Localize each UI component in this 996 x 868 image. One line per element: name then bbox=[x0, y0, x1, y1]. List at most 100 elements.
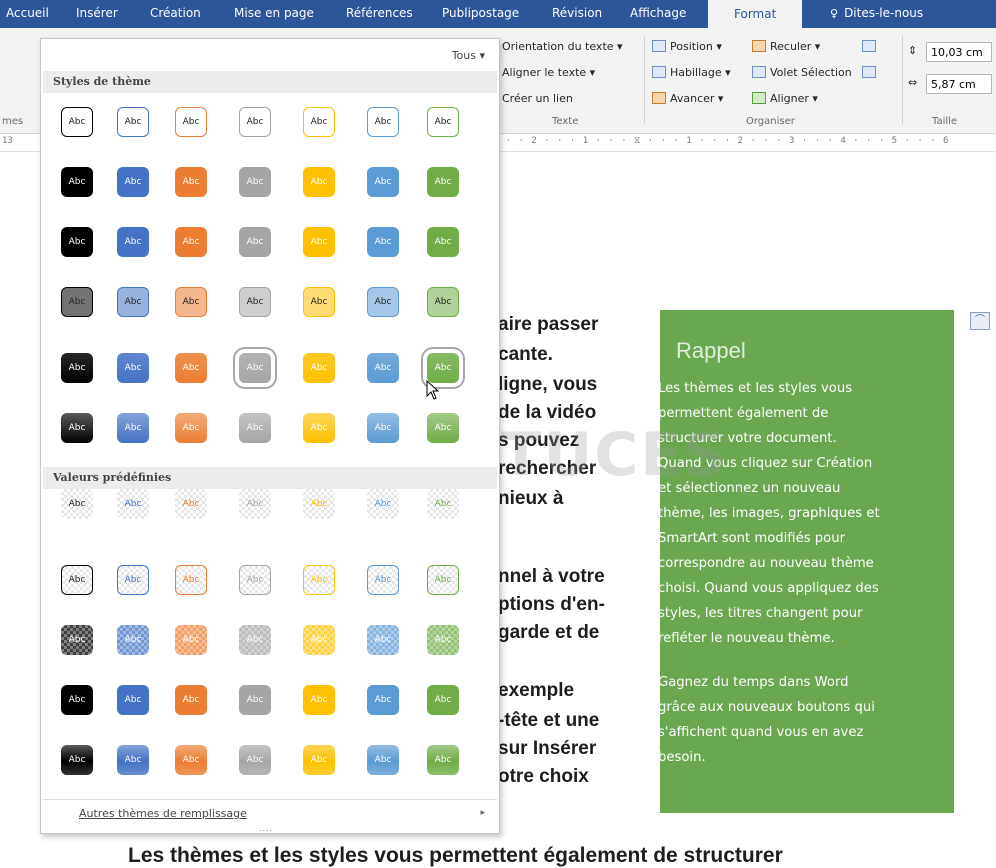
preset-style-swatch[interactable]: Abc bbox=[117, 745, 149, 775]
preset-style-swatch[interactable]: Abc bbox=[61, 625, 93, 655]
preset-style-swatch[interactable]: Abc bbox=[117, 489, 149, 519]
preset-style-swatch[interactable]: Abc bbox=[303, 489, 335, 519]
tab-mise-en-page[interactable]: Mise en page bbox=[234, 5, 314, 27]
tab-references[interactable]: Références bbox=[346, 5, 413, 27]
theme-style-swatch[interactable]: Abc bbox=[175, 227, 207, 257]
preset-style-swatch[interactable]: Abc bbox=[303, 625, 335, 655]
gallery-filter-dropdown[interactable]: Tous ▾ bbox=[452, 49, 485, 62]
preset-style-swatch[interactable]: Abc bbox=[117, 625, 149, 655]
orientation-texte-button[interactable]: Orientation du texte ▾ bbox=[502, 40, 623, 53]
preset-style-swatch[interactable]: Abc bbox=[427, 685, 459, 715]
theme-style-swatch[interactable]: Abc bbox=[427, 227, 459, 257]
tab-tell-me[interactable]: ♀ Dites-le-nous bbox=[830, 5, 923, 27]
tab-inserer[interactable]: Insérer bbox=[76, 5, 118, 27]
preset-style-swatch[interactable]: Abc bbox=[61, 745, 93, 775]
preset-style-swatch[interactable]: Abc bbox=[239, 685, 271, 715]
preset-style-swatch[interactable]: Abc bbox=[427, 565, 459, 595]
preset-style-swatch[interactable]: Abc bbox=[303, 565, 335, 595]
theme-style-swatch[interactable]: Abc bbox=[303, 107, 335, 137]
resize-grip-icon[interactable]: .... bbox=[259, 823, 273, 833]
preset-style-swatch[interactable]: Abc bbox=[175, 685, 207, 715]
habillage-button[interactable]: Habillage ▾ bbox=[652, 66, 731, 79]
preset-style-swatch[interactable]: Abc bbox=[303, 685, 335, 715]
preset-style-swatch[interactable]: Abc bbox=[175, 489, 207, 519]
preset-style-swatch[interactable]: Abc bbox=[427, 489, 459, 519]
preset-style-swatch[interactable]: Abc bbox=[367, 625, 399, 655]
theme-style-swatch[interactable]: Abc bbox=[427, 107, 459, 137]
theme-style-swatch[interactable]: Abc bbox=[239, 287, 271, 317]
tab-accueil[interactable]: Accueil bbox=[6, 5, 49, 27]
preset-style-swatch[interactable]: Abc bbox=[239, 745, 271, 775]
preset-style-swatch[interactable]: Abc bbox=[61, 685, 93, 715]
theme-style-swatch[interactable]: Abc bbox=[427, 167, 459, 197]
theme-style-swatch[interactable]: Abc bbox=[239, 107, 271, 137]
preset-style-swatch[interactable]: Abc bbox=[367, 745, 399, 775]
tab-revision[interactable]: Révision bbox=[552, 5, 602, 27]
theme-style-swatch[interactable]: Abc bbox=[117, 167, 149, 197]
theme-style-swatch[interactable]: Abc bbox=[61, 413, 93, 443]
theme-style-swatch[interactable]: Abc bbox=[239, 167, 271, 197]
theme-style-swatch[interactable]: Abc bbox=[367, 167, 399, 197]
theme-style-swatch[interactable]: Abc bbox=[367, 287, 399, 317]
preset-style-swatch[interactable]: Abc bbox=[427, 625, 459, 655]
theme-style-swatch[interactable]: Abc bbox=[303, 413, 335, 443]
preset-style-swatch[interactable]: Abc bbox=[61, 489, 93, 519]
preset-style-swatch[interactable]: Abc bbox=[239, 625, 271, 655]
theme-style-swatch[interactable]: Abc bbox=[427, 287, 459, 317]
preset-style-swatch[interactable]: Abc bbox=[117, 685, 149, 715]
theme-style-swatch[interactable]: Abc bbox=[427, 413, 459, 443]
shape-width-input[interactable] bbox=[926, 74, 992, 94]
theme-style-swatch[interactable]: Abc bbox=[303, 167, 335, 197]
theme-style-swatch[interactable]: Abc bbox=[61, 353, 93, 383]
theme-style-swatch[interactable]: Abc bbox=[175, 107, 207, 137]
more-fills-link[interactable]: Autres thèmes de remplissage bbox=[79, 807, 247, 820]
tab-affichage[interactable]: Affichage bbox=[630, 5, 686, 27]
theme-style-swatch[interactable]: Abc bbox=[303, 227, 335, 257]
theme-style-swatch[interactable]: Abc bbox=[367, 107, 399, 137]
shape-styles-gallery[interactable]: Tous ▾ Styles de thème Valeurs prédéfini… bbox=[40, 38, 500, 834]
preset-style-swatch[interactable]: Abc bbox=[239, 489, 271, 519]
creer-lien-button[interactable]: Créer un lien bbox=[502, 92, 573, 105]
theme-style-swatch[interactable]: Abc bbox=[61, 167, 93, 197]
preset-style-swatch[interactable]: Abc bbox=[175, 565, 207, 595]
preset-style-swatch[interactable]: Abc bbox=[175, 625, 207, 655]
preset-style-swatch[interactable]: Abc bbox=[367, 685, 399, 715]
theme-style-swatch[interactable]: Abc bbox=[239, 353, 271, 383]
theme-style-swatch[interactable]: Abc bbox=[117, 107, 149, 137]
shape-height-input[interactable] bbox=[926, 42, 992, 62]
tab-format[interactable]: Format bbox=[708, 0, 803, 28]
theme-style-swatch[interactable]: Abc bbox=[367, 353, 399, 383]
avancer-button[interactable]: Avancer ▾ bbox=[652, 92, 723, 105]
preset-style-swatch[interactable]: Abc bbox=[239, 565, 271, 595]
preset-style-swatch[interactable]: Abc bbox=[303, 745, 335, 775]
reculer-button[interactable]: Reculer ▾ bbox=[752, 40, 820, 53]
theme-style-swatch[interactable]: Abc bbox=[175, 353, 207, 383]
theme-style-swatch[interactable]: Abc bbox=[117, 287, 149, 317]
theme-style-swatch[interactable]: Abc bbox=[61, 227, 93, 257]
theme-style-swatch[interactable]: Abc bbox=[303, 287, 335, 317]
theme-style-swatch[interactable]: Abc bbox=[367, 413, 399, 443]
preset-style-swatch[interactable]: Abc bbox=[427, 745, 459, 775]
theme-style-swatch[interactable]: Abc bbox=[175, 287, 207, 317]
preset-style-swatch[interactable]: Abc bbox=[367, 489, 399, 519]
theme-style-swatch[interactable]: Abc bbox=[117, 353, 149, 383]
theme-style-swatch[interactable]: Abc bbox=[175, 413, 207, 443]
theme-style-swatch[interactable]: Abc bbox=[427, 353, 459, 383]
theme-style-swatch[interactable]: Abc bbox=[61, 287, 93, 317]
theme-style-swatch[interactable]: Abc bbox=[61, 107, 93, 137]
theme-style-swatch[interactable]: Abc bbox=[239, 413, 271, 443]
theme-style-swatch[interactable]: Abc bbox=[239, 227, 271, 257]
aligner-texte-button[interactable]: Aligner le texte ▾ bbox=[502, 66, 595, 79]
preset-style-swatch[interactable]: Abc bbox=[367, 565, 399, 595]
theme-style-swatch[interactable]: Abc bbox=[303, 353, 335, 383]
layout-options-icon[interactable]: ⌒ bbox=[970, 312, 990, 330]
preset-style-swatch[interactable]: Abc bbox=[175, 745, 207, 775]
tab-publipostage[interactable]: Publipostage bbox=[442, 5, 519, 27]
position-button[interactable]: Position ▾ bbox=[652, 40, 722, 53]
tab-creation[interactable]: Création bbox=[150, 5, 201, 27]
theme-style-swatch[interactable]: Abc bbox=[117, 227, 149, 257]
chevron-right-icon[interactable]: ▸ bbox=[480, 807, 485, 818]
preset-style-swatch[interactable]: Abc bbox=[61, 565, 93, 595]
theme-style-swatch[interactable]: Abc bbox=[367, 227, 399, 257]
preset-style-swatch[interactable]: Abc bbox=[117, 565, 149, 595]
